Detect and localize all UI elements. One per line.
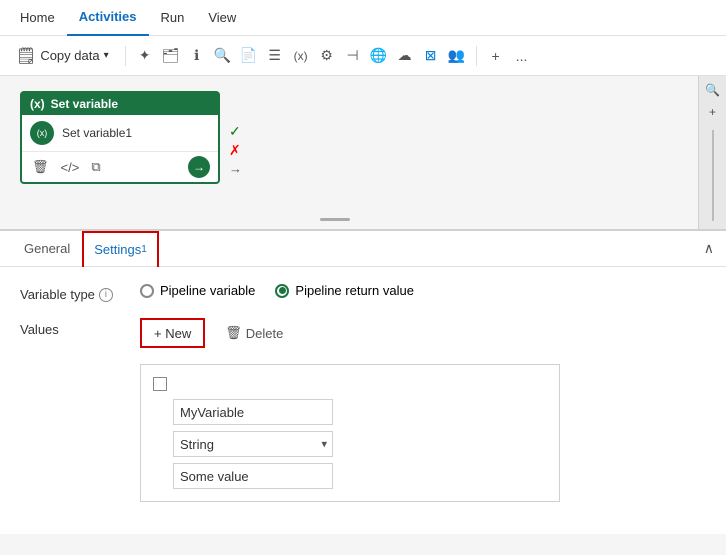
globe-icon[interactable]: 🌐 (368, 45, 390, 67)
status-check-icon: ✓ (229, 123, 242, 140)
canvas-divider (320, 218, 350, 221)
canvas-area: (x) Set variable (x) Set variable1 🗑 </>… (0, 76, 726, 231)
canvas-resize-handle[interactable] (0, 209, 670, 229)
nav-activities[interactable]: Activities (67, 0, 149, 36)
type-select-wrapper: String Integer Boolean Array Object Secu… (173, 431, 333, 457)
activity-node[interactable]: (x) Set variable (x) Set variable1 🗑 </>… (20, 91, 220, 184)
delete-icon: 🗑 (225, 325, 242, 341)
outlook-icon[interactable]: ⊠ (420, 45, 442, 67)
zoom-search-button[interactable]: 🔍 (702, 80, 724, 100)
nav-run[interactable]: Run (149, 0, 197, 36)
more-icon[interactable]: ... (511, 45, 533, 67)
expression-icon[interactable]: (x) (290, 45, 312, 67)
activity-icon[interactable]: 🗂 (160, 45, 182, 67)
node-delete-button[interactable]: 🗑 (30, 157, 51, 177)
delete-button[interactable]: 🗑 Delete (213, 318, 295, 348)
variable-type-row: Variable type i Pipeline variable Pipeli… (20, 283, 706, 302)
variable-name-input[interactable] (173, 399, 333, 425)
copy-data-icon: 🗒 (16, 46, 36, 66)
select-all-checkbox[interactable] (153, 377, 167, 391)
pipeline-icon[interactable]: ✦ (134, 45, 156, 67)
tab-settings[interactable]: Settings1 (82, 231, 159, 267)
copy-data-chevron-icon: ▾ (104, 50, 109, 61)
activity-node-title: Set variable (51, 97, 118, 111)
values-row: Values + New 🗑 Delete (20, 318, 706, 502)
values-label: Values (20, 318, 120, 337)
new-button[interactable]: + New (140, 318, 205, 348)
cloud-icon[interactable]: ☁ (394, 45, 416, 67)
panel-content: Variable type i Pipeline variable Pipeli… (0, 267, 726, 534)
activity-node-body: (x) Set variable1 (22, 115, 218, 151)
variable-type-radio-group: Pipeline variable Pipeline return value (140, 283, 706, 298)
values-table: String Integer Boolean Array Object Secu… (140, 364, 560, 502)
tab-general-label: General (24, 241, 70, 256)
tab-settings-badge: 1 (141, 244, 147, 255)
search-icon[interactable]: 🔍 (212, 45, 234, 67)
variable-icon: (x) (30, 97, 45, 111)
list-icon[interactable]: ☰ (264, 45, 286, 67)
toolbar-separator-2 (476, 46, 477, 66)
panel-collapse-button[interactable]: ∧ (704, 240, 714, 257)
values-controls: + New 🗑 Delete String (140, 318, 706, 502)
teams-icon[interactable]: 👥 (446, 45, 468, 67)
activity-node-footer: 🗑 </> ⧉ → (22, 151, 218, 182)
add-icon[interactable]: + (485, 45, 507, 67)
node-body-icon: (x) (30, 121, 54, 145)
radio-pipeline-variable-label: Pipeline variable (160, 283, 255, 298)
node-copy-button[interactable]: ⧉ (89, 157, 102, 177)
variable-type-label: Variable type i (20, 283, 120, 302)
zoom-scrollbar[interactable] (712, 130, 714, 221)
copy-data-label: Copy data (40, 48, 99, 63)
radio-pipeline-variable[interactable]: Pipeline variable (140, 283, 255, 298)
variable-type-controls: Pipeline variable Pipeline return value (140, 283, 706, 298)
nav-view[interactable]: View (196, 0, 248, 36)
zoom-in-button[interactable]: + (702, 102, 724, 122)
tab-strip: General Settings1 ∧ (0, 231, 726, 267)
canvas-sidebar: 🔍 + (698, 76, 726, 229)
values-action-group: + New 🗑 Delete (140, 318, 706, 348)
radio-pipeline-return[interactable]: Pipeline return value (275, 283, 414, 298)
type-select[interactable]: String Integer Boolean Array Object Secu… (173, 431, 333, 457)
status-arrow-icon: → (229, 161, 242, 176)
document-icon[interactable]: 📄 (238, 45, 260, 67)
value-input[interactable] (173, 463, 333, 489)
variable-type-info-icon[interactable]: i (99, 288, 113, 302)
toolbar-separator-1 (125, 46, 126, 66)
node-status: ✓ ✗ → (229, 123, 242, 176)
activity-node-header: (x) Set variable (22, 93, 218, 115)
radio-pipeline-return-label: Pipeline return value (295, 283, 414, 298)
radio-pipeline-return-circle (275, 284, 289, 298)
values-table-header (153, 377, 547, 391)
copy-data-button[interactable]: 🗒 Copy data ▾ (8, 40, 117, 72)
status-x-icon: ✗ (229, 142, 242, 159)
info-icon[interactable]: ℹ (186, 45, 208, 67)
toolbar: 🗒 Copy data ▾ ✦ 🗂 ℹ 🔍 📄 ☰ (x) ⚙ ⊣ 🌐 ☁ ⊠ … (0, 36, 726, 76)
radio-pipeline-variable-circle (140, 284, 154, 298)
values-data-row: String Integer Boolean Array Object Secu… (173, 399, 547, 489)
activity-node-body-label: Set variable1 (62, 126, 132, 140)
node-arrow-button[interactable]: → (188, 156, 210, 178)
transform-icon[interactable]: ⚙ (316, 45, 338, 67)
canvas-main[interactable]: (x) Set variable (x) Set variable1 🗑 </>… (0, 76, 698, 229)
tab-settings-label: Settings (94, 242, 141, 257)
delete-label: Delete (246, 326, 284, 341)
nav-bar: Home Activities Run View (0, 0, 726, 36)
split-icon[interactable]: ⊣ (342, 45, 364, 67)
tab-general[interactable]: General (12, 231, 82, 267)
nav-home[interactable]: Home (8, 0, 67, 36)
bottom-panel: General Settings1 ∧ Variable type i Pipe… (0, 231, 726, 534)
node-code-button[interactable]: </> (59, 158, 82, 177)
